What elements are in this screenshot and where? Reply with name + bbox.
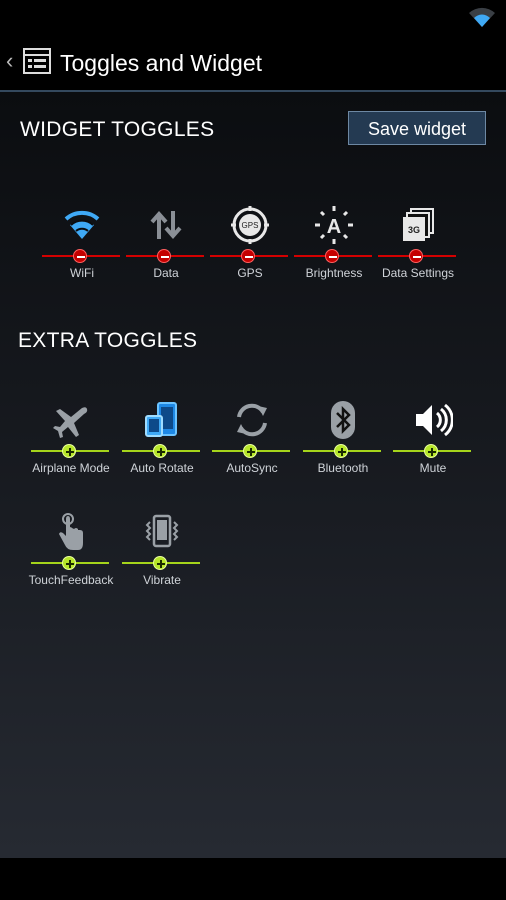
toggle-knob-on[interactable] — [334, 444, 348, 458]
sync-icon — [237, 403, 267, 437]
toggle-mute[interactable]: Mute — [391, 400, 475, 490]
widget-toggles-title: WIDGET TOGGLES — [20, 118, 215, 141]
toggle-data[interactable]: Data — [124, 205, 208, 295]
toggle-knob-on[interactable] — [424, 444, 438, 458]
toggle-airplane-mode[interactable]: Airplane Mode — [29, 400, 113, 490]
toggle-gps[interactable]: GPS GPS — [208, 205, 292, 295]
toggle-bluetooth[interactable]: Bluetooth — [301, 400, 385, 490]
toggle-knob-off[interactable] — [157, 249, 171, 263]
toggle-auto-rotate[interactable]: Auto Rotate — [120, 400, 204, 490]
toggle-brightness[interactable]: A Brightness — [292, 205, 376, 295]
navigation-bar — [0, 858, 506, 900]
toggle-label: Vibrate — [143, 573, 181, 587]
toggle-knob-on[interactable] — [62, 444, 76, 458]
toggle-knob-on[interactable] — [153, 444, 167, 458]
toggle-label: Mute — [419, 461, 447, 475]
touch-feedback-icon — [59, 513, 83, 550]
app-icon[interactable] — [22, 46, 52, 76]
toggle-knob-off[interactable] — [73, 249, 87, 263]
status-bar — [0, 0, 506, 34]
bluetooth-icon — [331, 401, 355, 439]
toggle-label: TouchFeedback — [28, 573, 114, 587]
data-settings-3g-icon: 3G — [403, 208, 434, 241]
toggle-autosync[interactable]: AutoSync — [210, 400, 294, 490]
wifi-icon — [64, 210, 100, 239]
toggle-label: Airplane Mode — [32, 461, 110, 475]
toggle-label: Auto Rotate — [130, 461, 194, 475]
toggle-label: AutoSync — [226, 461, 278, 475]
toggle-vibrate[interactable]: Vibrate — [120, 512, 204, 602]
svg-text:3G: 3G — [408, 225, 420, 235]
toggle-wifi[interactable]: WiFi — [40, 205, 124, 295]
toggle-touchfeedback[interactable]: TouchFeedback — [29, 512, 113, 602]
toggle-knob-on[interactable] — [243, 444, 257, 458]
toggle-data-settings[interactable]: 3G Data Settings — [376, 205, 460, 295]
extra-toggles-title: EXTRA TOGGLES — [18, 329, 198, 352]
main-content: WIDGET TOGGLES Save widget WiFi Data GPS… — [0, 92, 506, 858]
speaker-icon — [416, 403, 453, 437]
auto-rotate-icon — [145, 402, 177, 437]
airplane-icon — [53, 407, 88, 438]
brightness-icon: A — [315, 206, 353, 244]
svg-text:GPS: GPS — [242, 221, 259, 230]
toggle-knob-off[interactable] — [409, 249, 423, 263]
toggle-knob-on[interactable] — [62, 556, 76, 570]
toggle-knob-off[interactable] — [325, 249, 339, 263]
page-title: Toggles and Widget — [60, 50, 263, 76]
action-bar: ‹ Toggles and Widget — [0, 34, 506, 92]
toggle-knob-on[interactable] — [153, 556, 167, 570]
gps-icon: GPS — [231, 206, 269, 244]
toggle-label: Data Settings — [381, 266, 455, 280]
back-chevron-icon[interactable]: ‹ — [6, 46, 13, 76]
wifi-signal-icon — [469, 7, 495, 28]
toggle-knob-off[interactable] — [241, 249, 255, 263]
toggle-label: Bluetooth — [317, 461, 369, 475]
data-arrows-icon — [150, 210, 182, 240]
save-widget-button[interactable]: Save widget — [348, 111, 486, 145]
vibrate-icon — [145, 514, 179, 548]
svg-text:A: A — [327, 216, 341, 238]
